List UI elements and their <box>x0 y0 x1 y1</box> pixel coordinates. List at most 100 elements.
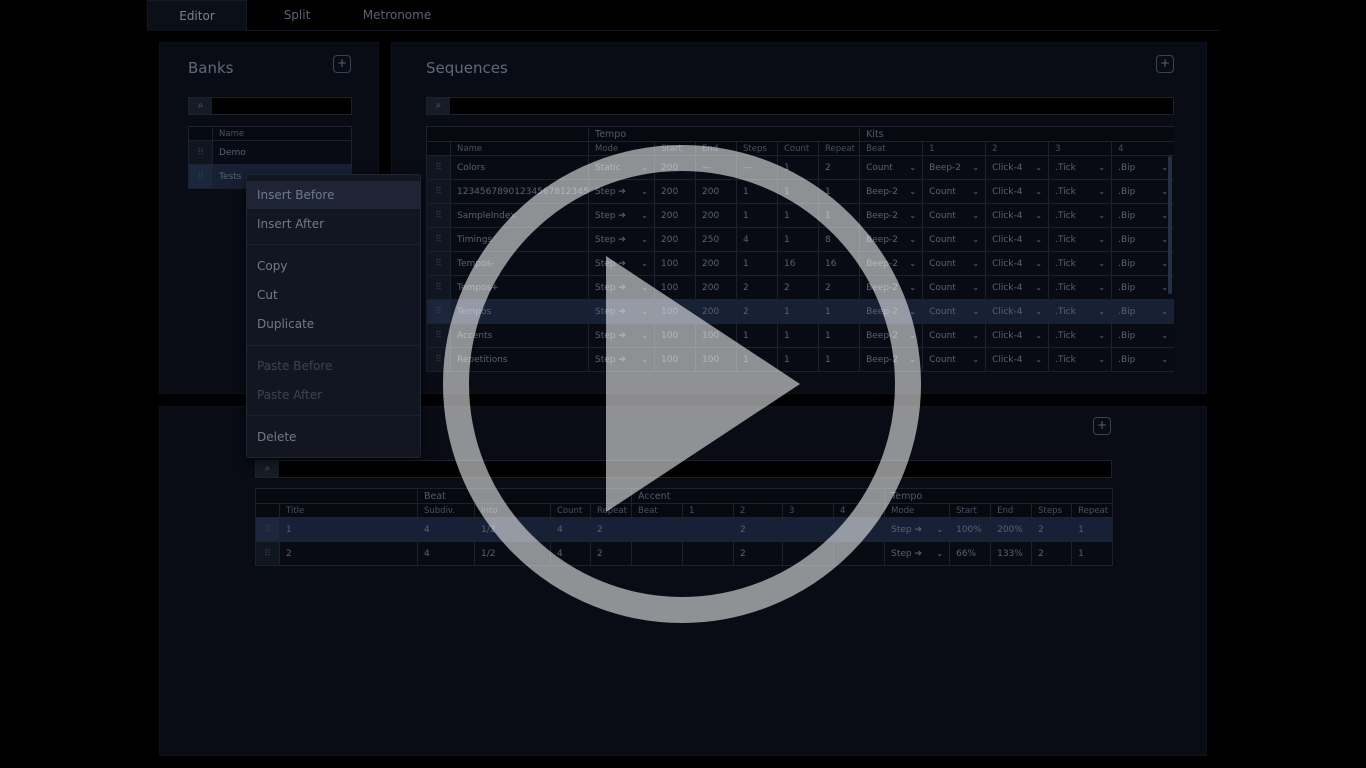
cell-value[interactable]: 200% <box>990 517 1033 542</box>
cell-select[interactable]: Click-4 ⌄ <box>985 275 1050 300</box>
cell-select[interactable]: Click-4 ⌄ <box>985 323 1050 348</box>
cell-select[interactable]: Click-4 ⌄ <box>985 203 1050 228</box>
cell-value[interactable]: 1 <box>736 323 778 348</box>
cell-value[interactable]: 1 <box>777 179 819 204</box>
cell-value[interactable]: 100 <box>654 251 696 276</box>
cell-select[interactable]: .Bip ⌄ <box>1111 275 1174 300</box>
cell-select[interactable]: .Tick ⌄ <box>1048 251 1113 276</box>
cell-select[interactable]: Click-4 ⌄ <box>985 347 1050 372</box>
cell-value[interactable]: 133% <box>990 541 1033 566</box>
cell-value[interactable] <box>682 517 735 542</box>
sequence-row[interactable]: ⠿ Tempos+ Step ➔ ⌄ 100 200 2 2 2 Beep-2 ⌄ Count ⌄ Cli… <box>426 275 1174 300</box>
cell-select[interactable]: Beep-2 ⌄ <box>859 347 924 372</box>
cell-value[interactable]: 4 <box>417 517 475 542</box>
cell-value[interactable]: 200 <box>695 179 737 204</box>
cell-value[interactable]: 1 <box>817 179 861 204</box>
cell-select[interactable]: Beep-2 ⌄ <box>859 275 924 300</box>
drag-handle[interactable]: ⠿ <box>188 164 213 189</box>
cell-select[interactable]: Step ➔ ⌄ <box>588 347 655 372</box>
cell-value[interactable]: 2 <box>1031 517 1073 542</box>
cell-value[interactable]: 1 <box>817 299 861 324</box>
cell-value[interactable]: 1/2 <box>474 541 551 566</box>
drag-handle[interactable]: ⠿ <box>426 155 451 180</box>
cell-value[interactable]: 100 <box>695 347 737 372</box>
menu-cut[interactable]: Cut <box>247 281 420 309</box>
sequence-row[interactable]: ⠿ Accents Step ➔ ⌄ 100 100 1 1 1 Beep-2 ⌄ Count ⌄ Cli… <box>426 323 1174 348</box>
cell-select[interactable]: Step ➔ ⌄ <box>588 203 655 228</box>
cell-value[interactable]: 100 <box>654 299 696 324</box>
sequence-row[interactable]: ⠿ Colors Static ⌄ 200— —1 2 Count ⌄ Beep-2 ⌄ Click-… <box>426 155 1174 180</box>
bank-item[interactable]: Demo <box>212 140 352 165</box>
cell-select[interactable]: Count ⌄ <box>922 203 987 228</box>
scrollbar[interactable] <box>1168 156 1172 294</box>
cell-select[interactable]: .Tick ⌄ <box>1048 203 1113 228</box>
cell-value[interactable]: 200 <box>654 155 696 180</box>
cell-select[interactable]: Static ⌄ <box>588 155 655 180</box>
cell-value[interactable] <box>833 541 886 566</box>
cell-value[interactable] <box>631 541 684 566</box>
step-row[interactable]: ⠿ 1 4 1/2 4 2 2 Step ➔ ⌄ 100% 200% 2 1 <box>255 517 1114 542</box>
sequence-name[interactable]: Colors <box>450 155 589 180</box>
cell-value[interactable]: 1 <box>817 347 861 372</box>
sequence-name[interactable]: Tempos+ <box>450 275 589 300</box>
tab-editor[interactable]: Editor <box>147 0 247 31</box>
cell-value[interactable]: 200 <box>695 275 737 300</box>
sequences-search[interactable]: ⌕ <box>426 97 1174 115</box>
sequence-row[interactable]: ⠿ Timings Step ➔ ⌄ 200 250 4 1 8 Beep-2 ⌄ Count ⌄ Cli… <box>426 227 1174 252</box>
drag-handle[interactable]: ⠿ <box>426 251 451 276</box>
banks-search[interactable]: ⌕ <box>188 97 352 115</box>
cell-select[interactable]: Count ⌄ <box>859 155 924 180</box>
cell-value[interactable]: 1 <box>777 347 819 372</box>
cell-select[interactable]: Step ➔ ⌄ <box>588 227 655 252</box>
cell-select[interactable]: .Tick ⌄ <box>1048 275 1113 300</box>
cell-value[interactable]: 1 <box>1071 517 1114 542</box>
sequence-row[interactable]: ⠿ Tempos- Step ➔ ⌄ 100 200 1 16 16 Beep-2 ⌄ Count ⌄ C… <box>426 251 1174 276</box>
drag-handle[interactable]: ⠿ <box>426 227 451 252</box>
cell-value[interactable]: 16 <box>777 251 819 276</box>
cell-select[interactable]: Count ⌄ <box>922 323 987 348</box>
cell-value[interactable]: 1/2 <box>474 517 551 542</box>
drag-handle[interactable]: ⠿ <box>426 323 451 348</box>
cell-select[interactable]: Count ⌄ <box>922 347 987 372</box>
cell-value[interactable]: 2 <box>589 541 633 566</box>
cell-value[interactable]: 1 <box>736 251 778 276</box>
cell-value[interactable]: 1 <box>1071 541 1114 566</box>
drag-handle[interactable]: ⠿ <box>255 517 280 542</box>
drag-handle[interactable]: ⠿ <box>426 179 451 204</box>
cell-value[interactable]: 1 <box>777 155 819 180</box>
cell-value[interactable]: 1 <box>817 323 861 348</box>
cell-select[interactable]: Step ➔ ⌄ <box>884 541 951 566</box>
cell-value[interactable]: 1 <box>777 323 819 348</box>
cell-value[interactable]: 2 <box>279 541 418 566</box>
cell-value[interactable]: 1 <box>817 203 861 228</box>
cell-select[interactable]: .Tick ⌄ <box>1048 299 1113 324</box>
cell-value[interactable]: 200 <box>695 251 737 276</box>
cell-value[interactable]: 200 <box>695 299 737 324</box>
cell-select[interactable]: .Tick ⌄ <box>1048 179 1113 204</box>
sequence-name[interactable]: SampleIndex <box>450 203 589 228</box>
cell-value[interactable]: 2 <box>817 275 861 300</box>
cell-select[interactable]: .Bip ⌄ <box>1111 299 1174 324</box>
cell-select[interactable]: .Bip ⌄ <box>1111 203 1174 228</box>
cell-select[interactable]: Count ⌄ <box>922 299 987 324</box>
cell-value[interactable]: 200 <box>654 179 696 204</box>
menu-delete[interactable]: Delete <box>247 423 420 451</box>
step-row[interactable]: ⠿ 2 4 1/2 4 2 2 Step ➔ ⌄ 66% 133% 2 1 <box>255 541 1114 566</box>
cell-value[interactable]: 1 <box>777 203 819 228</box>
drag-handle[interactable]: ⠿ <box>188 140 213 165</box>
cell-value[interactable]: 200 <box>654 203 696 228</box>
cell-value[interactable]: 200 <box>654 227 696 252</box>
cell-select[interactable]: Step ➔ ⌄ <box>588 323 655 348</box>
cell-select[interactable]: .Tick ⌄ <box>1048 155 1113 180</box>
cell-select[interactable]: Beep-2 ⌄ <box>859 299 924 324</box>
cell-value[interactable]: 100 <box>654 323 696 348</box>
cell-select[interactable]: Beep-2 ⌄ <box>859 227 924 252</box>
cell-value[interactable]: — <box>695 155 737 180</box>
cell-value[interactable]: 2 <box>589 517 633 542</box>
cell-select[interactable]: Beep-2 ⌄ <box>859 251 924 276</box>
tab-metronome[interactable]: Metronome <box>347 0 447 31</box>
cell-value[interactable]: 100% <box>949 517 992 542</box>
cell-value[interactable]: 2 <box>733 541 784 566</box>
sequence-name[interactable]: Tempos <box>450 299 589 324</box>
cell-value[interactable]: 250 <box>695 227 737 252</box>
